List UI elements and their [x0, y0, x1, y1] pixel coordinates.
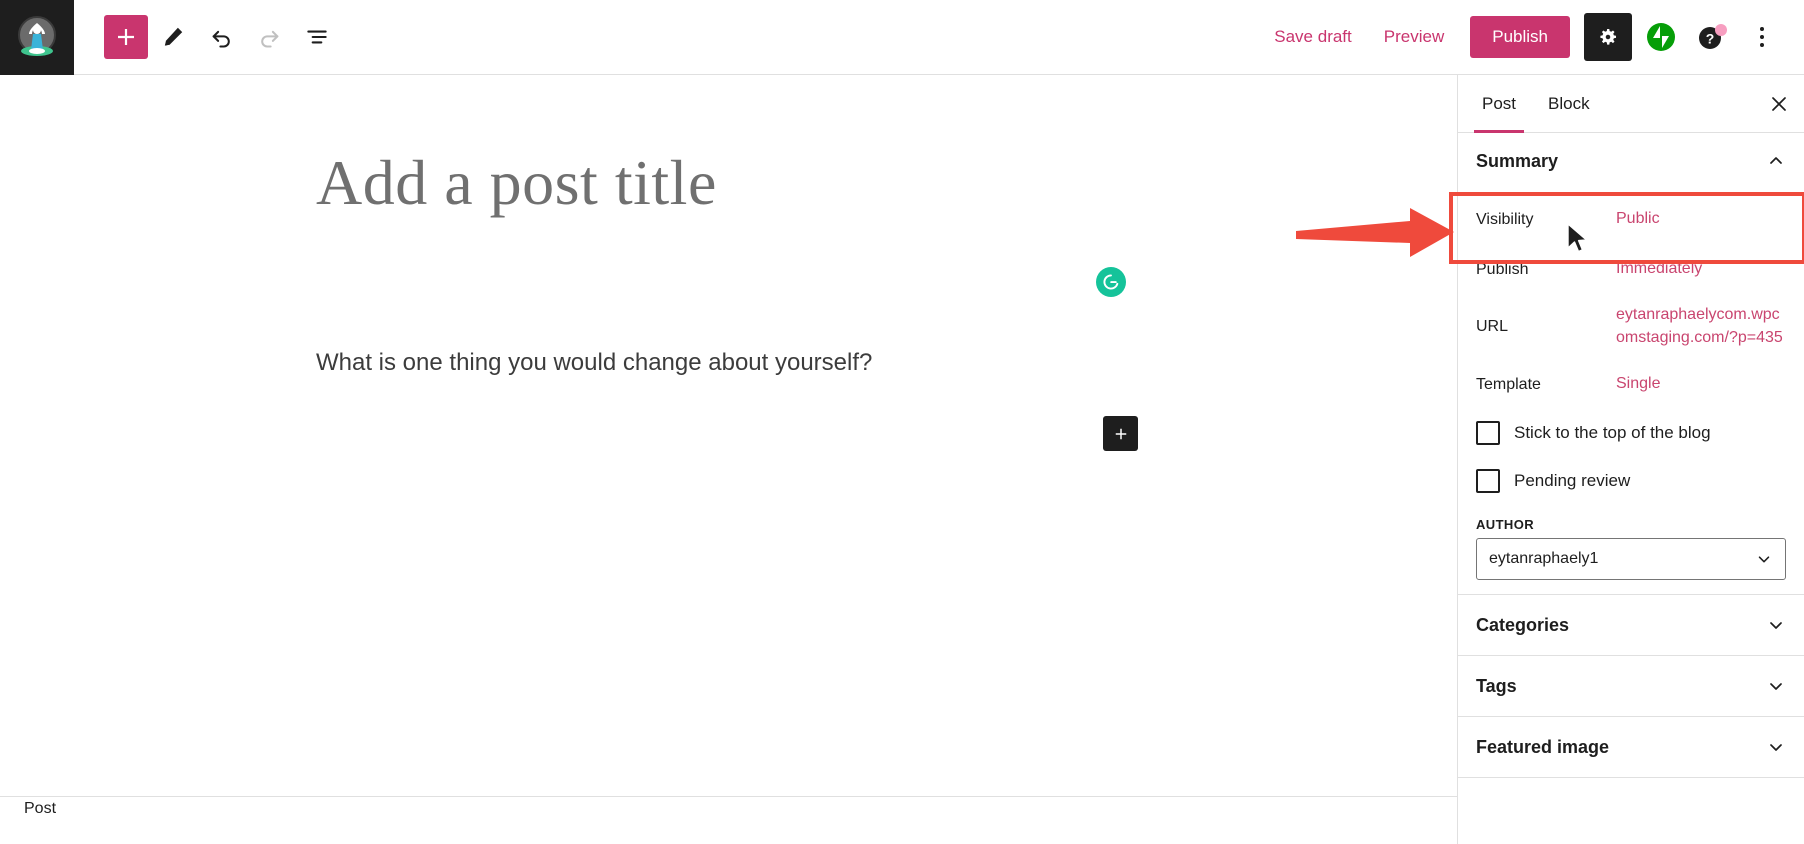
pending-review-checkbox[interactable] [1476, 469, 1500, 493]
settings-button[interactable] [1584, 13, 1632, 61]
paragraph-block[interactable]: What is one thing you would change about… [316, 345, 1176, 381]
chevron-down-icon [1770, 683, 1782, 690]
publish-label: Publish [1476, 261, 1529, 278]
divider [1458, 777, 1804, 778]
kebab-dot [1760, 27, 1764, 31]
summary-panel-title: Summary [1476, 150, 1559, 171]
redo-button[interactable] [246, 14, 292, 60]
preview-button[interactable]: Preview [1368, 17, 1460, 57]
notification-dot-icon [1715, 24, 1727, 36]
sticky-post-checkbox-row[interactable]: Stick to the top of the blog [1458, 409, 1804, 457]
help-button[interactable]: ? [1690, 14, 1736, 60]
more-options-button[interactable] [1740, 14, 1784, 60]
redo-arrow-icon [260, 30, 278, 48]
summary-row-visibility[interactable]: Visibility Public [1458, 193, 1804, 245]
block-inserter-button[interactable] [1103, 416, 1138, 451]
tags-panel-header[interactable]: Tags [1458, 656, 1804, 716]
breadcrumb[interactable]: Post [24, 800, 56, 818]
undo-button[interactable] [198, 14, 244, 60]
post-title-input[interactable]: Add a post title [316, 145, 1116, 222]
list-view-icon [307, 30, 327, 44]
close-sidebar-button[interactable] [1754, 75, 1804, 132]
editor-breadcrumb-bar: Post [0, 796, 1457, 820]
pencil-icon [164, 27, 183, 46]
summary-row-template[interactable]: Template Single [1458, 359, 1804, 409]
summary-row-url[interactable]: URL eytanraphaelycom.wpcomstaging.com/?p… [1458, 293, 1804, 359]
site-logo-button[interactable] [0, 0, 74, 75]
plus-icon [1115, 428, 1126, 439]
save-draft-button[interactable]: Save draft [1258, 17, 1368, 57]
wordpress-editor-window: Save draft Preview Publish ? Add a post … [0, 0, 1804, 844]
summary-row-publish[interactable]: Publish Immediately [1458, 245, 1804, 293]
tools-pencil-button[interactable] [150, 14, 196, 60]
post-settings-sidebar: Post Block Summary Visibility Public Pub… [1457, 75, 1804, 844]
sticky-post-checkbox[interactable] [1476, 421, 1500, 445]
author-section-label: AUTHOR [1476, 517, 1535, 532]
chevron-down-icon [1770, 744, 1782, 751]
yoga-meditation-logo-icon [18, 16, 56, 56]
undo-arrow-icon [212, 30, 230, 48]
url-value[interactable]: eytanraphaelycom.wpcomstaging.com/?p=435 [1616, 303, 1786, 349]
author-select[interactable]: eytanraphaely1 [1476, 538, 1786, 580]
help-question-icon: ? [1699, 24, 1727, 49]
summary-rows: Visibility Public Publish Immediately UR… [1458, 189, 1804, 409]
featured-image-panel-header[interactable]: Featured image [1458, 717, 1804, 777]
gear-icon [1600, 28, 1617, 45]
template-label: Template [1476, 376, 1541, 393]
chevron-up-icon [1770, 157, 1782, 164]
kebab-dot [1760, 43, 1764, 47]
summary-panel-header[interactable]: Summary [1458, 133, 1804, 189]
toolbar-right-group: Save draft Preview Publish ? [1258, 13, 1804, 61]
chevron-down-icon [1770, 622, 1782, 629]
author-select-value: eytanraphaely1 [1489, 550, 1599, 567]
url-label: URL [1476, 318, 1509, 335]
categories-panel-title: Categories [1476, 614, 1570, 635]
template-value[interactable]: Single [1616, 372, 1660, 395]
list-view-button[interactable] [294, 14, 340, 60]
close-icon [1772, 96, 1786, 111]
publish-value[interactable]: Immediately [1616, 257, 1702, 280]
editor-top-toolbar: Save draft Preview Publish ? [0, 0, 1804, 75]
sidebar-tabs: Post Block [1458, 75, 1804, 133]
chevron-down-icon [1758, 556, 1770, 563]
publish-button[interactable]: Publish [1470, 16, 1570, 58]
grammarly-button[interactable] [1096, 267, 1126, 297]
sticky-post-label: Stick to the top of the blog [1514, 423, 1711, 442]
tags-panel-title: Tags [1476, 675, 1517, 696]
toolbar-left-group [74, 14, 340, 60]
kebab-dot [1760, 35, 1764, 39]
jetpack-button[interactable] [1638, 14, 1684, 60]
pending-review-checkbox-row[interactable]: Pending review [1458, 457, 1804, 505]
svg-text:?: ? [1706, 31, 1715, 47]
tab-post[interactable]: Post [1466, 75, 1532, 133]
grammarly-icon [1103, 274, 1119, 290]
add-block-toggle-button[interactable] [104, 15, 148, 59]
categories-panel-header[interactable]: Categories [1458, 595, 1804, 655]
pending-review-label: Pending review [1514, 471, 1631, 490]
visibility-label: Visibility [1476, 211, 1534, 228]
visibility-value[interactable]: Public [1616, 207, 1660, 230]
plus-icon [118, 29, 134, 45]
jetpack-icon [1647, 23, 1675, 51]
featured-image-panel-title: Featured image [1476, 736, 1610, 757]
tab-block[interactable]: Block [1532, 75, 1606, 132]
editor-canvas: Add a post title What is one thing you w… [0, 75, 1457, 820]
